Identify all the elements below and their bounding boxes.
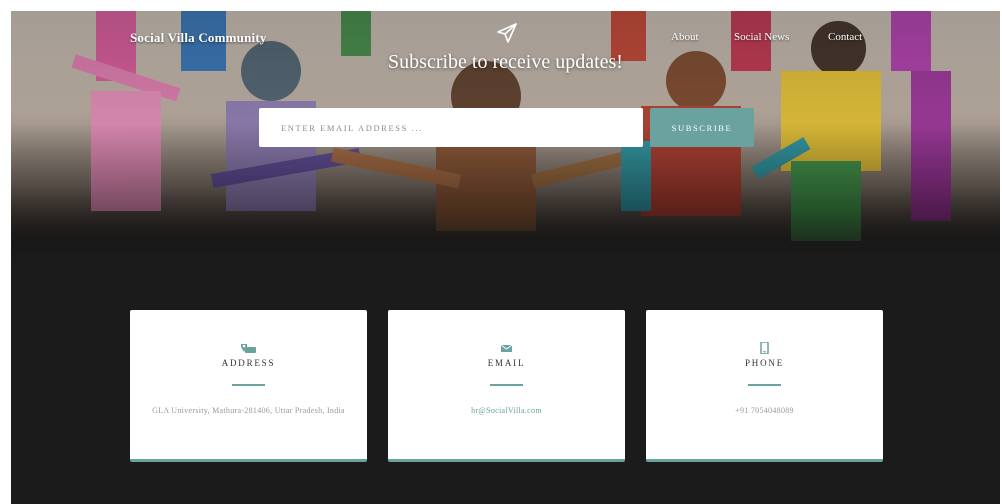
- email-input[interactable]: [259, 108, 643, 147]
- nav-link-social-news[interactable]: Social News: [734, 31, 789, 43]
- email-link[interactable]: hr@SocialVilla.com: [402, 405, 611, 417]
- map-marker-icon: [241, 344, 256, 353]
- nav-link-contact[interactable]: Contact: [828, 31, 862, 43]
- nav-link-about[interactable]: About: [671, 31, 699, 43]
- envelope-icon: [500, 344, 513, 352]
- email-title: EMAIL: [487, 358, 526, 368]
- hero-section: Social Villa Community About Social News…: [11, 11, 1000, 261]
- address-title: ADDRESS: [221, 358, 276, 368]
- address-divider: [232, 384, 265, 386]
- phone-value: +91 7054048089: [735, 406, 794, 415]
- paper-plane-icon: [497, 23, 517, 43]
- subscribe-headline: Subscribe to receive updates!: [388, 51, 623, 73]
- phone-title: PHONE: [744, 358, 784, 368]
- phone-divider: [748, 384, 781, 386]
- phone-card: PHONE +91 7054048089: [646, 310, 883, 462]
- brand-logo[interactable]: Social Villa Community: [130, 30, 267, 46]
- page-frame: Social Villa Community About Social News…: [11, 11, 1000, 504]
- email-card: EMAIL hr@SocialVilla.com: [388, 310, 625, 462]
- mobile-phone-icon: [760, 342, 769, 354]
- subscribe-button[interactable]: SUBSCRIBE: [650, 108, 754, 147]
- address-card: ADDRESS GLA University, Mathura-281406, …: [130, 310, 367, 462]
- email-divider: [490, 384, 523, 386]
- address-value: GLA University, Mathura-281406, Uttar Pr…: [152, 406, 345, 415]
